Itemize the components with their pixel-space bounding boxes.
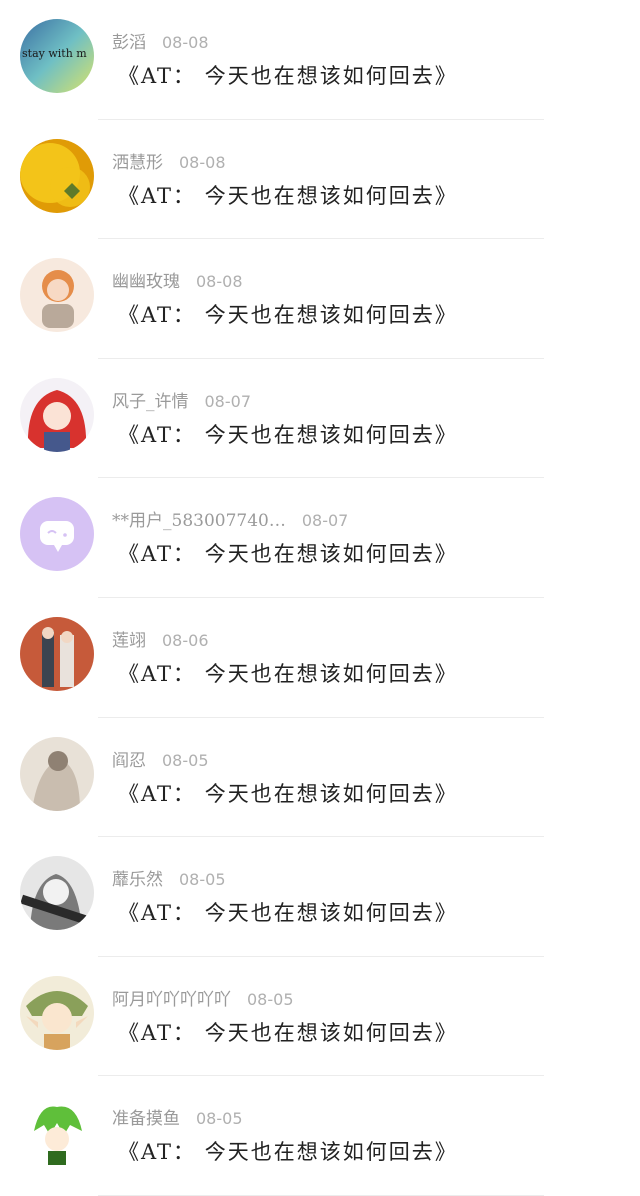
avatar-yellow-flower[interactable] — [20, 138, 94, 213]
comment-item[interactable]: **用户_583007740… 08-07 《AT： 今天也在想该如何回去》 — [0, 478, 640, 598]
comment-item[interactable]: stay with m 彭滔 08-08 《AT： 今天也在想该如何回去》 — [0, 0, 640, 120]
avatar-text: stay with m — [22, 47, 87, 60]
username[interactable]: 准备摸鱼 — [112, 1109, 180, 1129]
comment-text: 《AT： 今天也在想该如何回去》 — [118, 1140, 458, 1165]
comment-date: 08-05 — [162, 750, 209, 770]
avatar-default-chat[interactable] — [20, 497, 94, 572]
avatar-red-hair-girl[interactable] — [20, 377, 94, 452]
comment-date: 08-05 — [247, 989, 294, 1009]
comment-text: 《AT： 今天也在想该如何回去》 — [118, 1020, 458, 1045]
comment-meta: 蘼乐然 08-05 — [112, 865, 226, 890]
comment-item[interactable]: 阿月吖吖吖吖吖 08-05 《AT： 今天也在想该如何回去》 — [0, 957, 640, 1077]
comment-date: 08-07 — [301, 511, 349, 531]
comment-date: 08-05 — [196, 1109, 243, 1129]
comment-meta: 阿月吖吖吖吖吖 08-05 — [112, 985, 294, 1010]
username[interactable]: 蘼乐然 — [112, 870, 163, 890]
username[interactable]: 阎忍 — [112, 751, 146, 771]
username[interactable]: 幽幽玫瑰 — [112, 272, 180, 292]
username[interactable]: 阿月吖吖吖吖吖 — [112, 990, 231, 1010]
comment-date: 08-05 — [179, 870, 226, 890]
comment-text: 《AT： 今天也在想该如何回去》 — [118, 542, 458, 567]
avatar-couple-autumn[interactable] — [20, 616, 94, 691]
avatar-stay-with-me[interactable]: stay with m — [20, 19, 94, 93]
username[interactable]: 洒慧形 — [112, 153, 163, 173]
comment-meta: 洒慧形 08-08 — [112, 148, 226, 173]
avatar-green-chibi[interactable] — [20, 1095, 94, 1170]
avatar-bw-girl[interactable] — [20, 856, 94, 931]
username[interactable]: 莲翊 — [112, 631, 146, 651]
comment-list: stay with m 彭滔 08-08 《AT： 今天也在想该如何回去》 洒慧形 08-… — [0, 0, 640, 1196]
comment-text: 《AT： 今天也在想该如何回去》 — [118, 781, 458, 806]
comment-date: 08-08 — [162, 33, 209, 52]
comment-text: 《AT： 今天也在想该如何回去》 — [118, 422, 458, 447]
username[interactable]: 彭滔 — [112, 33, 146, 53]
comment-item[interactable]: 阎忍 08-05 《AT： 今天也在想该如何回去》 — [0, 718, 640, 838]
comment-meta: **用户_583007740… 08-07 — [112, 506, 348, 531]
comment-text: 《AT： 今天也在想该如何回去》 — [118, 303, 458, 328]
comment-meta: 幽幽玫瑰 08-08 — [112, 267, 243, 292]
comment-text: 《AT： 今天也在想该如何回去》 — [118, 901, 458, 926]
username[interactable]: **用户_583007740… — [112, 511, 286, 531]
comment-meta: 彭滔 08-08 — [112, 28, 209, 53]
comment-item[interactable]: 洒慧形 08-08 《AT： 今天也在想该如何回去》 — [0, 120, 640, 240]
comment-item[interactable]: 风子_许情 08-07 《AT： 今天也在想该如何回去》 — [0, 359, 640, 479]
comment-text: 《AT： 今天也在想该如何回去》 — [118, 661, 458, 686]
avatar-elf-girl[interactable] — [20, 975, 94, 1050]
avatar-anime-boy[interactable] — [20, 258, 94, 333]
comment-date: 08-06 — [162, 630, 209, 650]
comment-meta: 阎忍 08-05 — [112, 746, 209, 771]
comment-item[interactable]: 准备摸鱼 08-05 《AT： 今天也在想该如何回去》 — [0, 1076, 640, 1196]
comment-date: 08-07 — [204, 391, 252, 411]
comment-meta: 风子_许情 08-07 — [112, 387, 251, 412]
comment-date: 08-08 — [196, 272, 243, 292]
comment-date: 08-08 — [179, 152, 226, 172]
comment-meta: 准备摸鱼 08-05 — [112, 1104, 243, 1129]
avatar-muted-figure[interactable] — [20, 736, 94, 811]
username[interactable]: 风子_许情 — [112, 392, 189, 412]
comment-item[interactable]: 莲翊 08-06 《AT： 今天也在想该如何回去》 — [0, 598, 640, 718]
comment-item[interactable]: 幽幽玫瑰 08-08 《AT： 今天也在想该如何回去》 — [0, 239, 640, 359]
comment-meta: 莲翊 08-06 — [112, 626, 209, 651]
comment-text: 《AT： 今天也在想该如何回去》 — [118, 64, 458, 88]
comment-text: 《AT： 今天也在想该如何回去》 — [118, 183, 458, 208]
comment-item[interactable]: 蘼乐然 08-05 《AT： 今天也在想该如何回去》 — [0, 837, 640, 957]
